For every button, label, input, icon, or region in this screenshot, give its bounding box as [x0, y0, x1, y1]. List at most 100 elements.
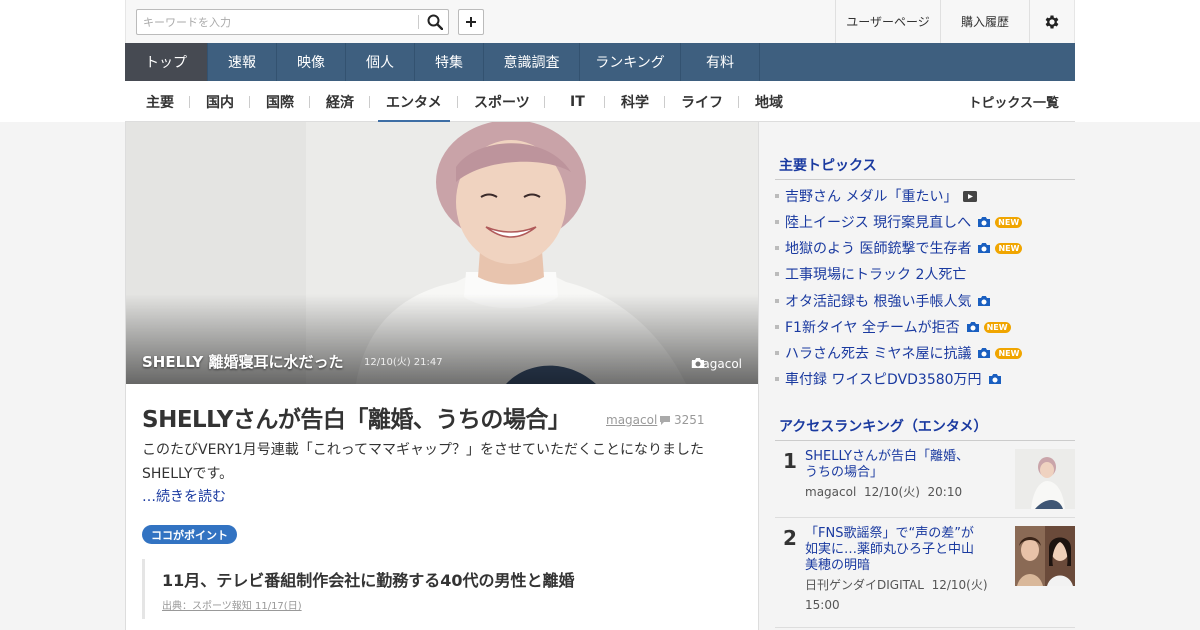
hero-timestamp: 12/10(火) 21:47: [364, 357, 443, 368]
header-inner: ユーザーページ 購入履歴: [125, 0, 1075, 43]
hero-image[interactable]: SHELLY 離婚寝耳に水だった 12/10(火) 21:47 magacol: [126, 122, 758, 384]
topic-item[interactable]: 工事現場にトラック 2人死亡: [775, 264, 966, 284]
nav-individual[interactable]: 個人: [346, 43, 415, 81]
topic-text: オタ活記録も 根強い手帳人気: [785, 294, 972, 310]
subnav-economy[interactable]: 経済: [326, 81, 354, 122]
new-badge: NEW: [995, 242, 1023, 254]
settings-button[interactable]: [1029, 0, 1074, 43]
rank-title[interactable]: SHELLYさんが告白「離婚、うちの場合」: [805, 449, 977, 481]
topic-item[interactable]: F1新タイヤ 全チームが拒否 NEW: [775, 317, 1011, 337]
rank-title[interactable]: 「FNS歌謡祭」で“声の差”が如実に…薬師丸ひろ子と中山美穂の明暗: [805, 526, 977, 574]
rank-thumbnail[interactable]: [1015, 449, 1075, 509]
hero-credit: magacol: [691, 357, 742, 371]
topics-rule: [775, 179, 1075, 180]
article-title[interactable]: SHELLYさんが告白「離婚、うちの場合」: [142, 400, 571, 434]
rank-thumbnail[interactable]: [1015, 526, 1075, 586]
sidebar: 主要トピックス 吉野さん メダル「重たい」 陸上イージス 現行案見直しへ NEW…: [759, 122, 1075, 630]
subnav-region[interactable]: 地域: [755, 81, 783, 122]
subnav-international[interactable]: 国際: [266, 81, 294, 122]
camera-icon: [691, 358, 704, 368]
point-text: 11月、テレビ番組制作会社に勤務する40代の男性と離婚: [162, 571, 575, 590]
search-button[interactable]: [421, 10, 449, 34]
header-bar: ユーザーページ 購入履歴: [0, 0, 1200, 43]
ranking-item[interactable]: 2 「FNS歌謡祭」で“声の差”が如実に…薬師丸ひろ子と中山美穂の明暗 日刊ゲン…: [775, 526, 1075, 628]
user-page-link[interactable]: ユーザーページ: [835, 0, 940, 43]
article-summary: このたびVERY1月号連載「これってママギャップ？」をさせていただくことになりま…: [142, 442, 705, 482]
bullet: [775, 351, 779, 355]
rank-time: 15:00: [805, 598, 840, 612]
nav-survey[interactable]: 意識調査: [484, 43, 580, 81]
topics-heading[interactable]: 主要トピックス: [779, 155, 877, 175]
subnav-separator: [738, 96, 739, 108]
subnav-entertainment[interactable]: エンタメ: [378, 81, 450, 123]
bullet: [775, 299, 779, 303]
point-source-link[interactable]: 出典：スポーツ報知 11/17(日): [162, 597, 302, 612]
topic-item[interactable]: 地獄のよう 医師銃撃で生存者 NEW: [775, 238, 1023, 258]
bullet: [775, 272, 779, 276]
topic-item[interactable]: 陸上イージス 現行案見直しへ NEW: [775, 212, 1023, 232]
nav-ranking[interactable]: ランキング: [580, 43, 681, 81]
article-source[interactable]: magacol: [606, 413, 657, 427]
rank-time: 20:10: [927, 485, 963, 499]
rank-date: 12/10(火): [863, 485, 920, 499]
add-button[interactable]: [458, 9, 484, 35]
main-nav: トップ 速報 映像 個人 特集 意識調査 ランキング 有料: [125, 43, 1075, 81]
topics-list-link[interactable]: トピックス一覧: [968, 81, 1059, 122]
gear-icon: [1045, 14, 1059, 29]
bullet: [775, 377, 779, 381]
topic-text: 吉野さん メダル「重たい」: [785, 189, 958, 205]
header-links: ユーザーページ 購入履歴: [835, 0, 1074, 43]
ranking-rule: [775, 440, 1075, 441]
camera-icon: [966, 321, 980, 333]
point-badge: ココがポイント: [142, 525, 237, 544]
topic-item[interactable]: 車付録 ワイスピDVD3580万円: [775, 369, 1002, 389]
topic-text: 車付録 ワイスピDVD3580万円: [785, 372, 982, 388]
subnav-science[interactable]: 科学: [621, 81, 649, 122]
main-content: SHELLY 離婚寝耳に水だった 12/10(火) 21:47 magacol …: [125, 122, 759, 630]
subnav-main[interactable]: 主要: [146, 81, 174, 122]
topic-text: 陸上イージス 現行案見直しへ: [785, 215, 972, 231]
ranking-heading[interactable]: アクセスランキング（エンタメ）: [779, 416, 987, 436]
nav-video[interactable]: 映像: [277, 43, 346, 81]
nav-top[interactable]: トップ: [125, 43, 208, 81]
search-box: [136, 9, 449, 35]
camera-icon: [988, 373, 1002, 385]
bullet: [775, 325, 779, 329]
rank-meta: 日刊ゲンダイDIGITAL 12/10(火) 15:00: [805, 575, 995, 615]
subnav-domestic[interactable]: 国内: [206, 81, 234, 122]
subnav-separator: [457, 96, 458, 108]
rank-source: magacol: [805, 485, 857, 499]
search-input[interactable]: [137, 10, 417, 34]
subnav-separator: [249, 96, 250, 108]
search-icon: [427, 14, 443, 30]
nav-feature[interactable]: 特集: [415, 43, 484, 81]
topic-item[interactable]: 吉野さん メダル「重たい」: [775, 186, 978, 206]
subnav-it[interactable]: IT: [570, 81, 585, 122]
subnav-separator: [664, 96, 665, 108]
topic-item[interactable]: ハラさん死去 ミヤネ屋に抗議 NEW: [775, 343, 1023, 363]
nav-paid[interactable]: 有料: [681, 43, 760, 81]
hero-caption[interactable]: SHELLY 離婚寝耳に水だった: [142, 351, 343, 372]
plus-icon: [466, 17, 476, 27]
topic-item[interactable]: オタ活記録も 根強い手帳人気: [775, 291, 991, 311]
subnav-separator: [604, 96, 605, 108]
topic-text: 工事現場にトラック 2人死亡: [785, 267, 967, 283]
subnav-sports[interactable]: スポーツ: [474, 81, 530, 122]
topic-text: 地獄のよう 医師銃撃で生存者: [785, 241, 972, 257]
rank-number: 2: [783, 526, 797, 550]
comment-icon: [660, 415, 670, 425]
article-comments[interactable]: 3251: [659, 413, 705, 427]
nav-breaking[interactable]: 速報: [208, 43, 277, 81]
new-badge: NEW: [983, 321, 1011, 333]
ranking-item[interactable]: 1 SHELLYさんが告白「離婚、うちの場合」 magacol 12/10(火)…: [775, 449, 1075, 518]
purchase-history-link[interactable]: 購入履歴: [940, 0, 1029, 43]
new-badge: NEW: [995, 216, 1023, 228]
topic-text: ハラさん死去 ミヤネ屋に抗議: [785, 346, 972, 362]
rank-source: 日刊ゲンダイDIGITAL: [805, 578, 924, 592]
rank-meta: magacol 12/10(火) 20:10: [805, 482, 995, 502]
comment-count: 3251: [674, 413, 705, 427]
subnav-life[interactable]: ライフ: [681, 81, 723, 122]
read-more-link[interactable]: …続きを読む: [142, 486, 226, 506]
camera-icon: [977, 242, 991, 254]
camera-icon: [977, 295, 991, 307]
